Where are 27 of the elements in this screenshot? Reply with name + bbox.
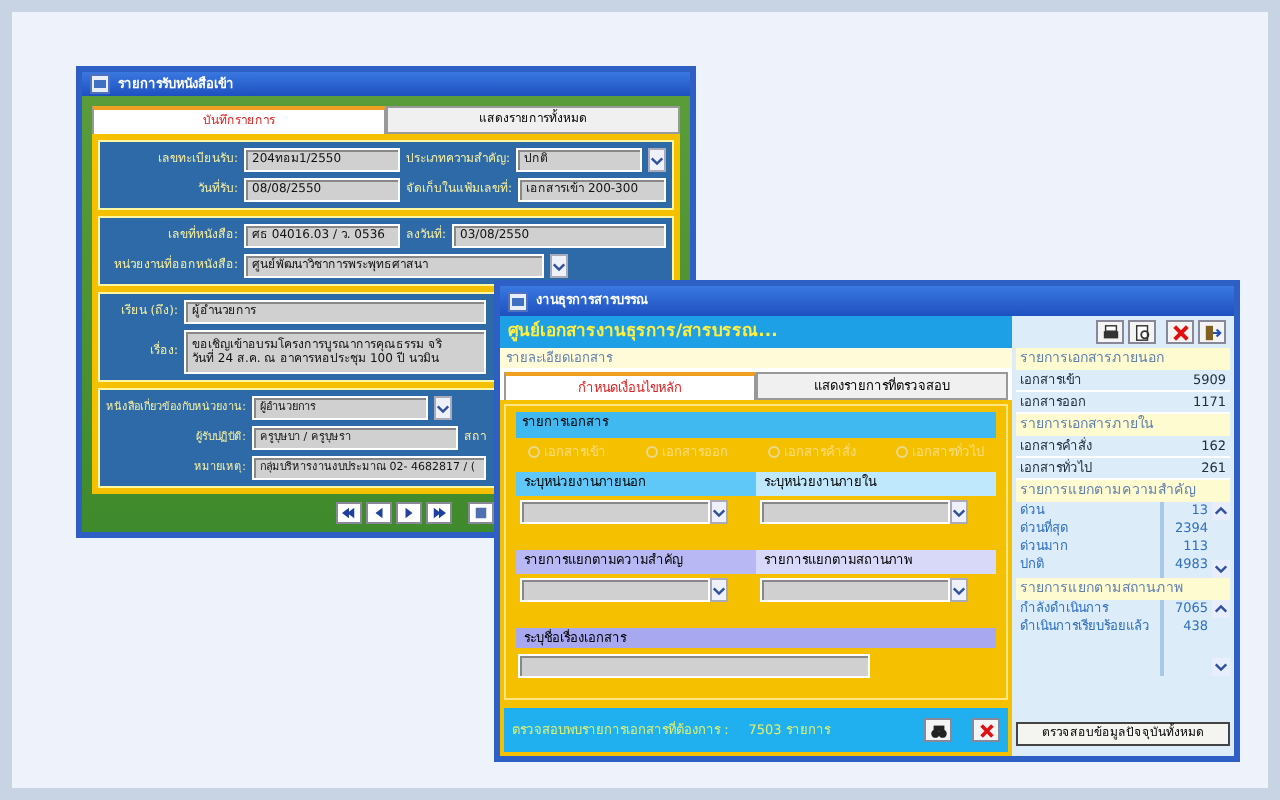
binoculars-button[interactable] [924, 718, 952, 742]
preview-button[interactable] [1128, 320, 1156, 344]
print-button[interactable] [1096, 320, 1124, 344]
arrow-icon [342, 506, 356, 520]
previous-button[interactable] [366, 502, 392, 524]
input-field[interactable] [518, 654, 870, 679]
close-icon [977, 721, 995, 739]
dropdown-field[interactable] [760, 578, 950, 603]
app-icon [90, 74, 110, 94]
close-button[interactable] [1166, 320, 1194, 344]
dropdown-field[interactable] [520, 578, 710, 603]
dropdown-field[interactable] [520, 500, 710, 525]
first-button[interactable] [336, 502, 362, 524]
dropdown-field[interactable] [760, 500, 950, 525]
header-banner: ศูนย์เอกสารงานธุรการ/สารบรรณ... [500, 316, 1012, 348]
scroll-down-icon[interactable] [1212, 559, 1230, 578]
document-icon [474, 506, 488, 520]
scroll-down-icon[interactable] [1212, 657, 1230, 675]
next-button[interactable] [396, 502, 422, 524]
last-button[interactable] [426, 502, 452, 524]
exit-button[interactable] [1198, 320, 1226, 344]
toolbar-button[interactable] [468, 502, 494, 524]
arrow-icon [372, 506, 386, 520]
app-icon [508, 291, 528, 311]
cancel-button[interactable] [972, 718, 1000, 742]
arrow-icon [432, 506, 446, 520]
arrow-icon [402, 506, 416, 520]
